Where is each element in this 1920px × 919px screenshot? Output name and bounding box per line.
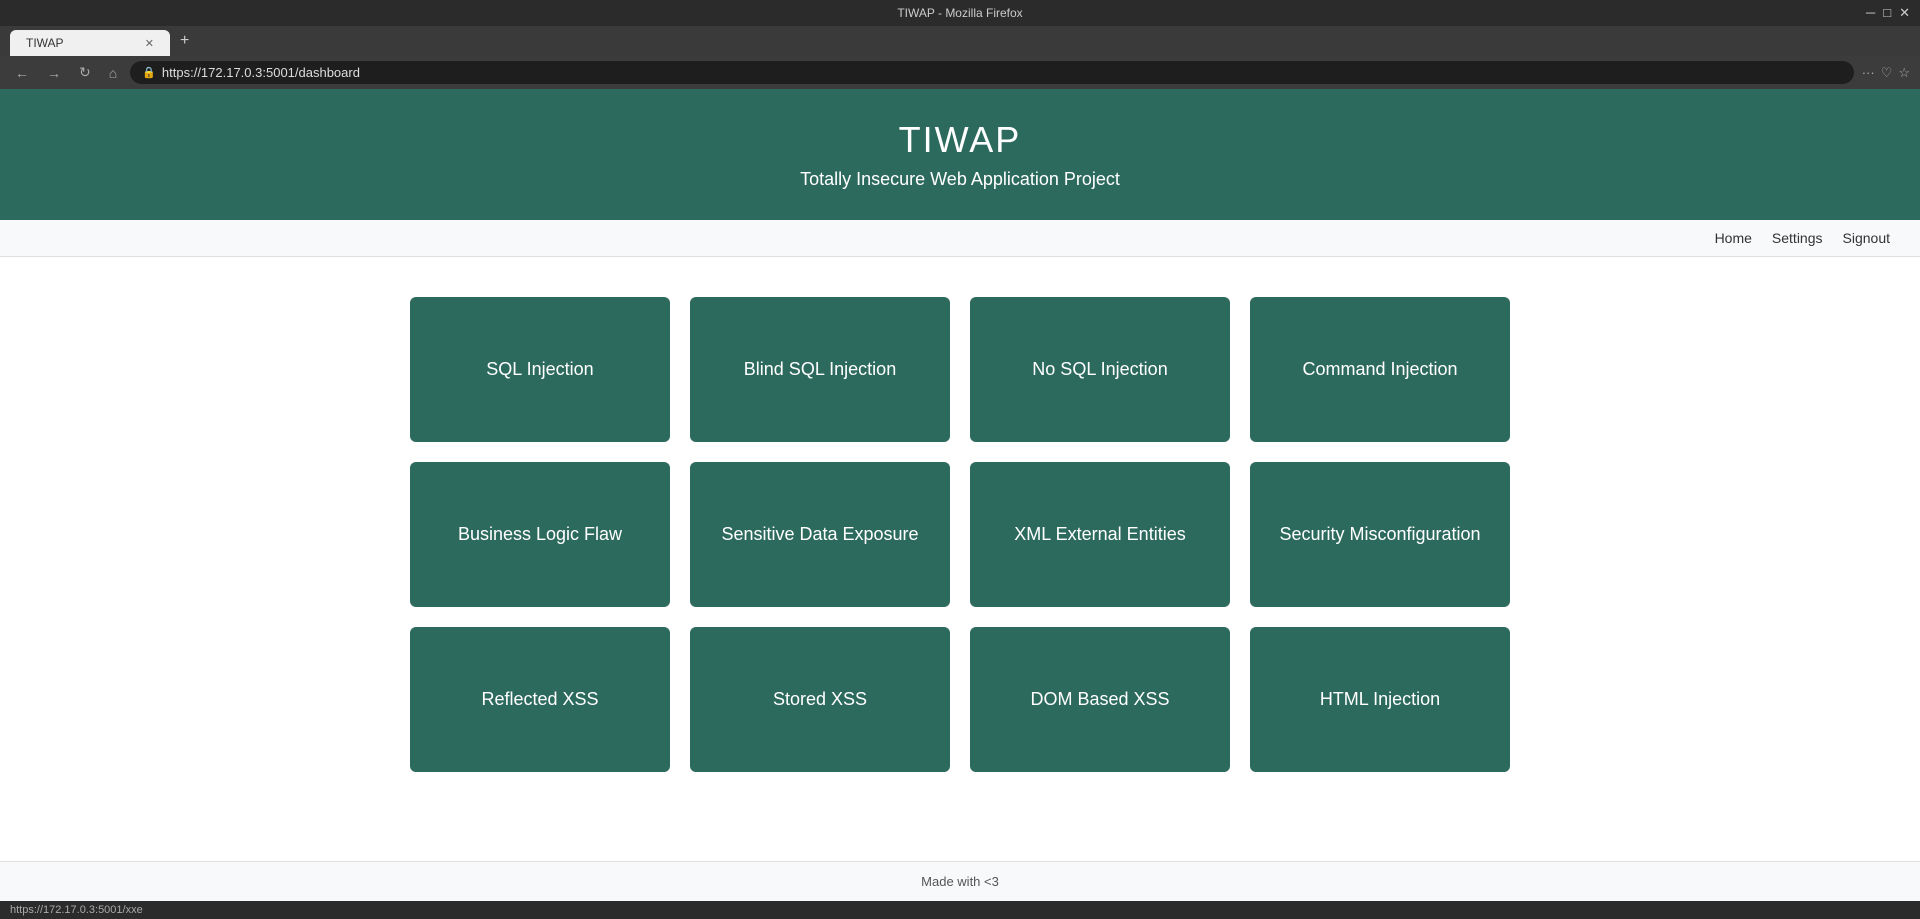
home-btn[interactable]: ⌂ — [104, 62, 122, 84]
card-label: Security Misconfiguration — [1259, 502, 1500, 567]
nav-signout-link[interactable]: Signout — [1843, 230, 1890, 246]
tab-label: TIWAP — [26, 36, 64, 50]
vulnerability-card[interactable]: Stored XSS — [690, 627, 950, 772]
status-url: https://172.17.0.3:5001/xxe — [10, 904, 143, 916]
card-label: Blind SQL Injection — [724, 337, 916, 402]
minimize-btn[interactable]: ─ — [1866, 5, 1875, 21]
browser-title: TIWAP - Mozilla Firefox — [897, 6, 1022, 20]
card-label: SQL Injection — [466, 337, 613, 402]
nav-settings-link[interactable]: Settings — [1772, 230, 1823, 246]
app-title: TIWAP — [20, 119, 1900, 161]
card-label: Reflected XSS — [461, 667, 618, 732]
nav-bar: Home Settings Signout — [0, 220, 1920, 257]
address-bar-input[interactable] — [162, 65, 1842, 80]
vulnerability-card[interactable]: HTML Injection — [1250, 627, 1510, 772]
card-label: HTML Injection — [1300, 667, 1460, 732]
vulnerability-card[interactable]: Business Logic Flaw — [410, 462, 670, 607]
card-label: No SQL Injection — [1012, 337, 1187, 402]
reload-btn[interactable]: ↻ — [74, 61, 96, 84]
menu-dots-icon[interactable]: ··· — [1862, 65, 1875, 80]
card-label: Business Logic Flaw — [438, 502, 642, 567]
window-controls[interactable]: ─ □ ✕ — [1866, 5, 1910, 21]
cards-grid: SQL Injection Blind SQL Injection No SQL I… — [410, 297, 1510, 772]
nav-home-link[interactable]: Home — [1715, 230, 1752, 246]
app-footer: Made with <3 — [0, 861, 1920, 901]
card-label: Sensitive Data Exposure — [701, 502, 938, 567]
card-label: Stored XSS — [753, 667, 887, 732]
toolbar-right-icons: ··· ♡ ☆ — [1862, 65, 1910, 81]
vulnerability-card[interactable]: No SQL Injection — [970, 297, 1230, 442]
new-tab-btn[interactable]: + — [170, 26, 199, 56]
main-content: SQL Injection Blind SQL Injection No SQL I… — [0, 257, 1920, 861]
footer-text: Made with <3 — [921, 874, 999, 889]
browser-statusbar: https://172.17.0.3:5001/xxe — [0, 901, 1920, 919]
vulnerability-card[interactable]: Blind SQL Injection — [690, 297, 950, 442]
star-icon[interactable]: ☆ — [1898, 65, 1910, 81]
vulnerability-card[interactable]: XML External Entities — [970, 462, 1230, 607]
tab-close-btn[interactable]: ✕ — [145, 37, 154, 50]
app-header: TIWAP Totally Insecure Web Application P… — [0, 89, 1920, 220]
close-btn[interactable]: ✕ — [1899, 5, 1910, 21]
card-label: DOM Based XSS — [1010, 667, 1189, 732]
maximize-btn[interactable]: □ — [1883, 5, 1891, 21]
bookmark-icon[interactable]: ♡ — [1881, 65, 1893, 81]
address-bar-container[interactable]: 🔒 — [130, 61, 1853, 84]
browser-tab[interactable]: TIWAP ✕ — [10, 30, 170, 56]
card-label: Command Injection — [1282, 337, 1477, 402]
card-label: XML External Entities — [994, 502, 1205, 567]
vulnerability-card[interactable]: DOM Based XSS — [970, 627, 1230, 772]
security-icon: 🔒 — [142, 66, 156, 79]
browser-tabs: TIWAP ✕ + — [0, 26, 1920, 56]
vulnerability-card[interactable]: Reflected XSS — [410, 627, 670, 772]
browser-titlebar: TIWAP - Mozilla Firefox ─ □ ✕ — [0, 0, 1920, 26]
vulnerability-card[interactable]: Security Misconfiguration — [1250, 462, 1510, 607]
app-subtitle: Totally Insecure Web Application Project — [20, 169, 1900, 190]
forward-btn[interactable]: → — [42, 62, 66, 84]
vulnerability-card[interactable]: Sensitive Data Exposure — [690, 462, 950, 607]
browser-toolbar: ← → ↻ ⌂ 🔒 ··· ♡ ☆ — [0, 56, 1920, 89]
back-btn[interactable]: ← — [10, 62, 34, 84]
vulnerability-card[interactable]: Command Injection — [1250, 297, 1510, 442]
browser-chrome: TIWAP - Mozilla Firefox ─ □ ✕ TIWAP ✕ + … — [0, 0, 1920, 89]
vulnerability-card[interactable]: SQL Injection — [410, 297, 670, 442]
